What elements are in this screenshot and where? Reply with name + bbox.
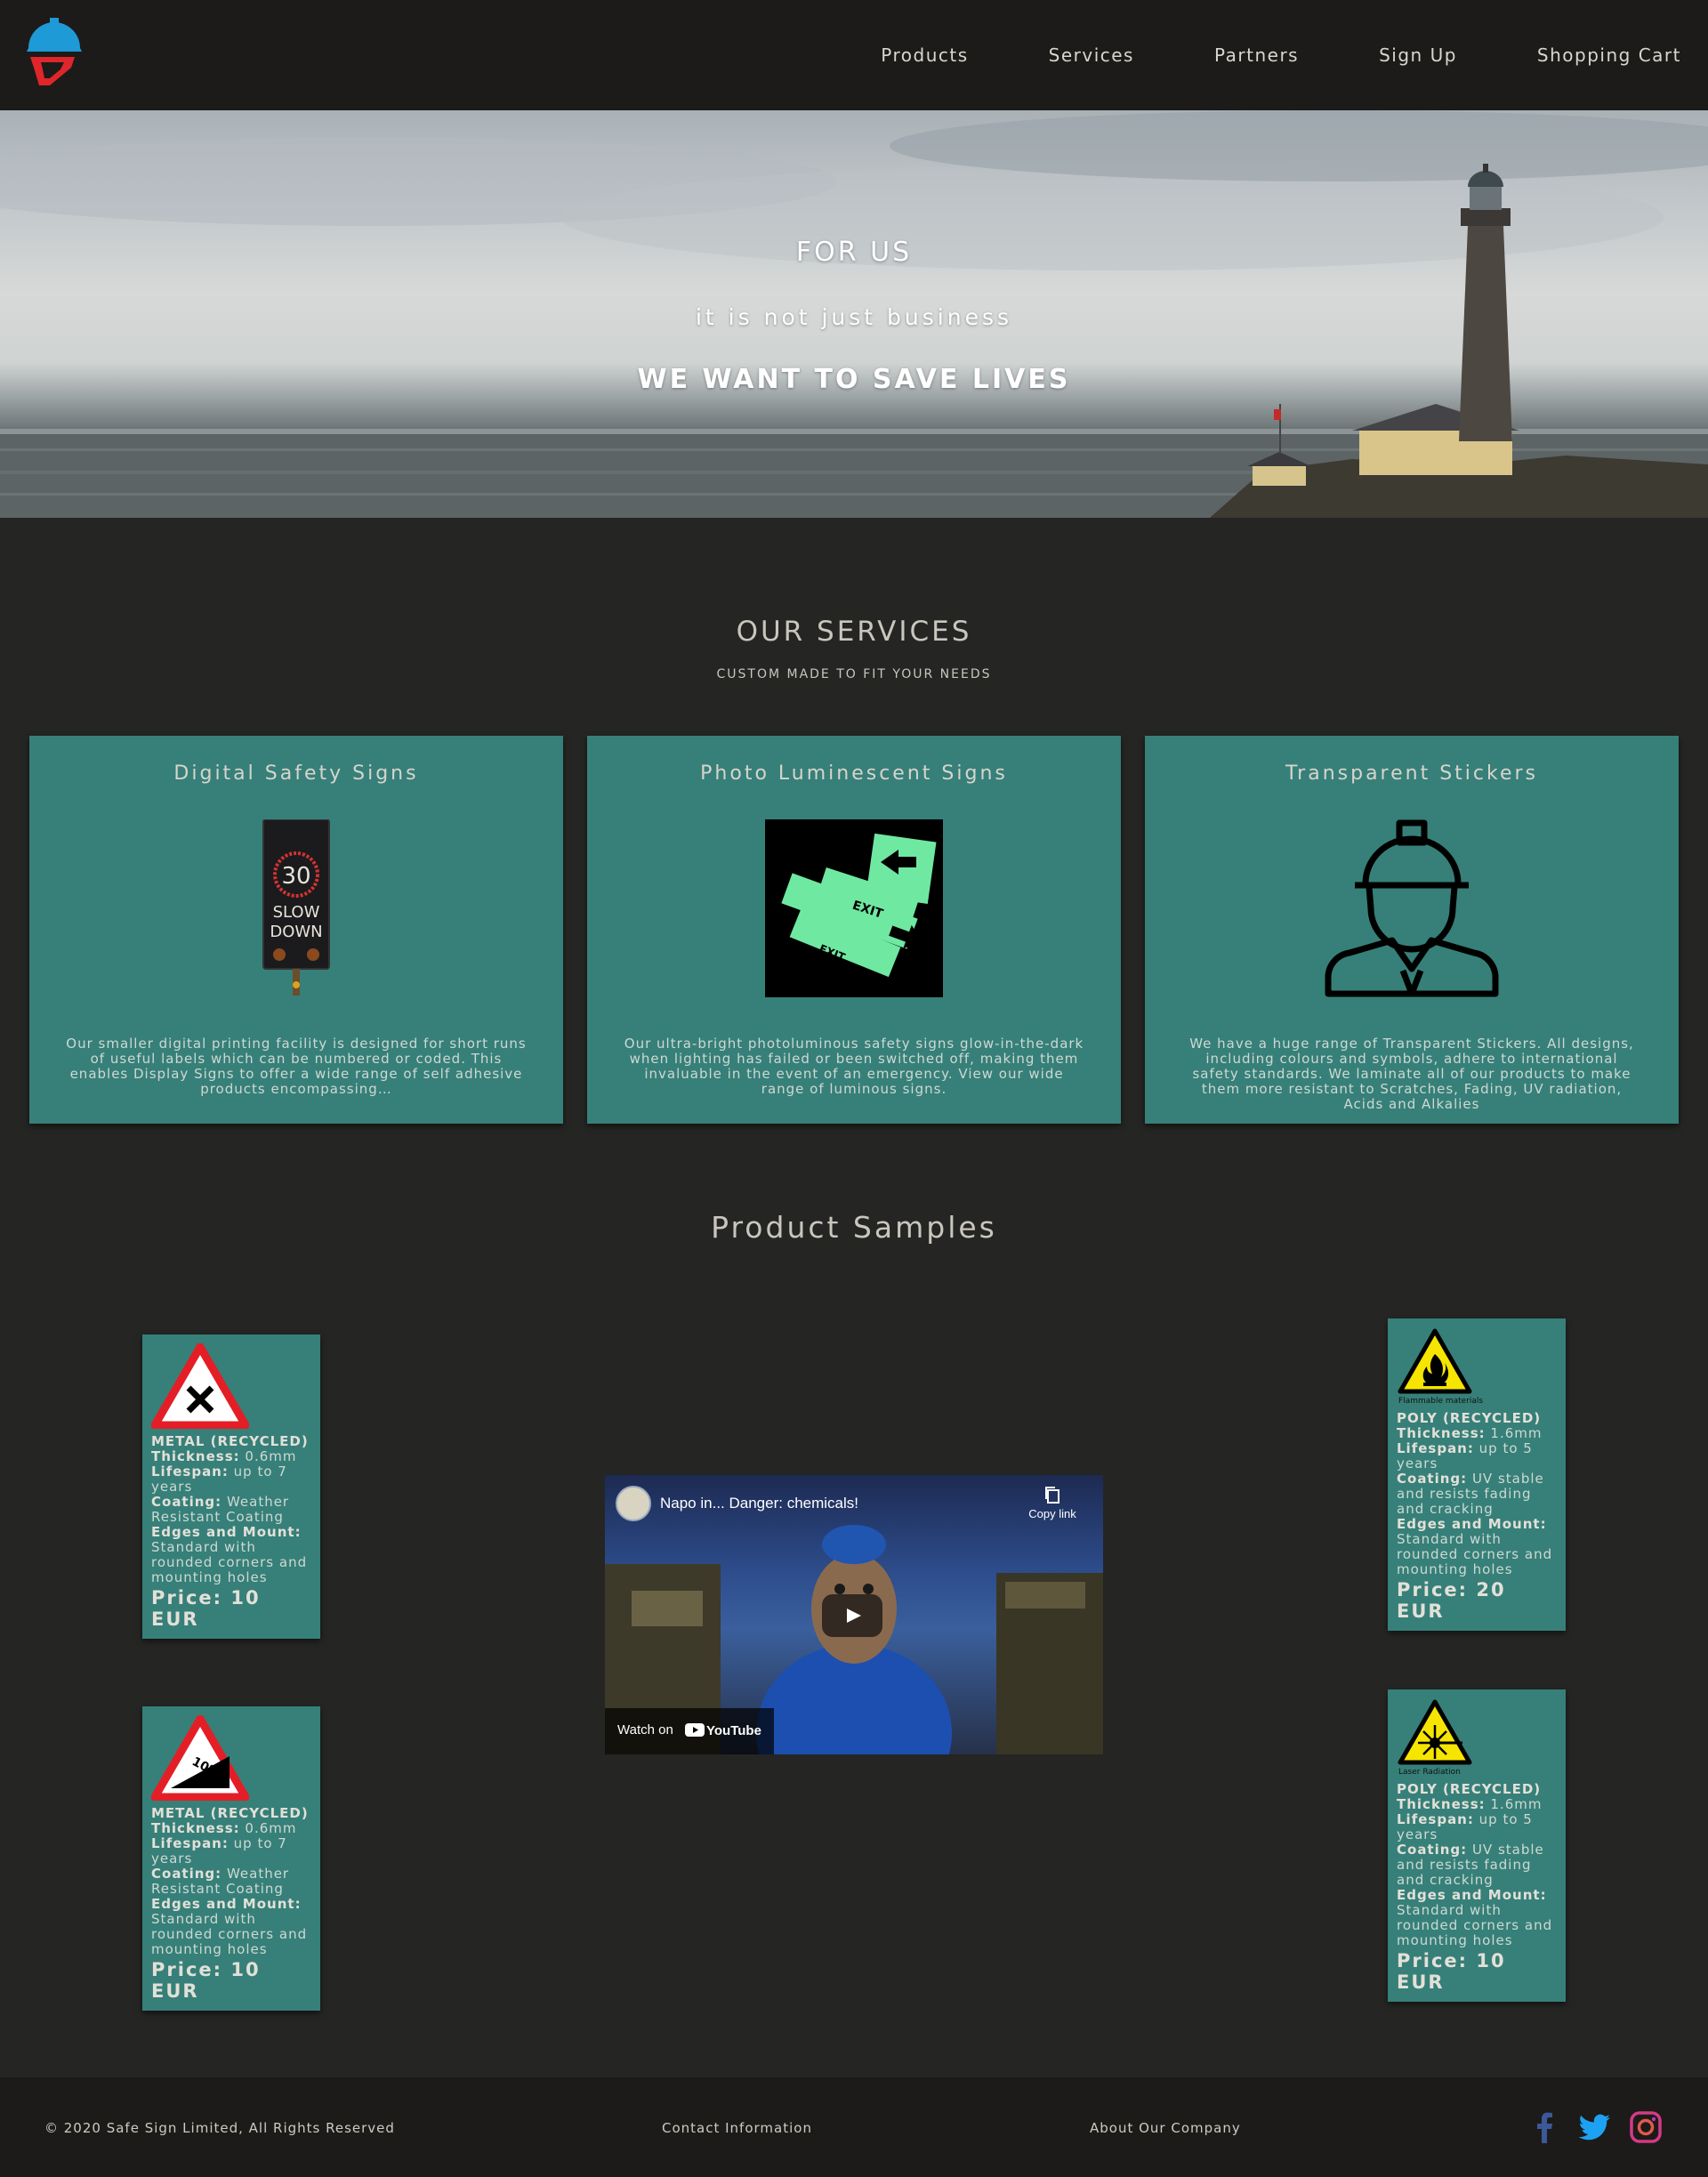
- edges-value: Standard with rounded corners and mounti…: [1397, 1531, 1553, 1577]
- service-card-title: Digital Safety Signs: [173, 762, 419, 785]
- sign-caption: Flammable materials: [1398, 1397, 1484, 1406]
- product-card-laser-sign[interactable]: Laser Radiation POLY (RECYCLED) Thicknes…: [1388, 1689, 1566, 2002]
- play-button[interactable]: [822, 1594, 882, 1637]
- service-card-title: Transparent Stickers: [1285, 762, 1539, 785]
- thickness-value: 1.6mm: [1485, 1425, 1543, 1441]
- youtube-label: YouTube: [706, 1723, 761, 1738]
- nav-shopping-cart-link[interactable]: Shopping Cart: [1537, 44, 1681, 66]
- contact-information-link[interactable]: Contact Information: [662, 2120, 812, 2136]
- coating-label: Coating:: [151, 1494, 222, 1510]
- safe-sign-helmet-logo[interactable]: [23, 16, 85, 89]
- steep-hill-warning-sign-icon: 10%: [151, 1715, 249, 1801]
- youtube-video-embed[interactable]: Napo in... Danger: chemicals! Copy link …: [605, 1475, 1103, 1754]
- edges-label: Edges and Mount:: [151, 1524, 302, 1540]
- lifespan-label: Lifespan:: [1397, 1440, 1474, 1456]
- youtube-play-icon: [685, 1723, 705, 1737]
- nav-signup-link[interactable]: Sign Up: [1379, 44, 1457, 66]
- thickness-label: Thickness:: [151, 1820, 240, 1836]
- service-card-digital-safety-signs[interactable]: Digital Safety Signs 30 SLOW DOWN Our sm…: [29, 736, 563, 1124]
- thickness-label: Thickness:: [151, 1448, 240, 1464]
- digital-speed-sign-image: 30 SLOW DOWN: [262, 819, 330, 996]
- youtube-logo: YouTube: [685, 1723, 761, 1738]
- product-price: Price: 10 EUR: [151, 1587, 261, 1630]
- product-price: Price: 10 EUR: [151, 1959, 261, 2002]
- service-card-description: We have a huge range of Transparent Stic…: [1189, 1036, 1634, 1112]
- thickness-value: 0.6mm: [239, 1820, 297, 1836]
- nav-services-link[interactable]: Services: [1049, 44, 1134, 66]
- play-icon: [847, 1609, 861, 1623]
- copyright-text: © 2020 Safe Sign Limited, All Rights Res…: [44, 2120, 395, 2136]
- hero-line-2: it is not just business: [695, 304, 1013, 330]
- product-material: POLY (RECYCLED): [1397, 1410, 1542, 1426]
- product-material: POLY (RECYCLED): [1397, 1781, 1542, 1797]
- service-card-photo-luminescent-signs[interactable]: Photo Luminescent Signs EXIT EXIT Our ul…: [587, 736, 1121, 1124]
- thickness-label: Thickness:: [1397, 1796, 1486, 1812]
- coating-label: Coating:: [1397, 1471, 1468, 1487]
- copy-icon: [1045, 1487, 1059, 1504]
- lifespan-label: Lifespan:: [151, 1835, 229, 1851]
- product-card-crossroad-sign[interactable]: METAL (RECYCLED) Thickness: 0.6mm Lifesp…: [142, 1334, 320, 1639]
- crossroad-warning-sign-icon: [151, 1343, 249, 1429]
- thickness-value: 1.6mm: [1485, 1796, 1543, 1812]
- service-card-title: Photo Luminescent Signs: [700, 762, 1008, 785]
- product-card-steep-hill-sign[interactable]: 10% METAL (RECYCLED) Thickness: 0.6mm Li…: [142, 1706, 320, 2011]
- thickness-value: 0.6mm: [239, 1448, 297, 1464]
- services-subtitle: CUSTOM MADE TO FIT YOUR NEEDS: [716, 667, 992, 681]
- hero-banner: FOR US it is not just business WE WANT T…: [0, 110, 1708, 518]
- nav-partners-link[interactable]: Partners: [1214, 44, 1299, 66]
- flammable-warning-sign-icon: [1398, 1328, 1472, 1394]
- hero-line-1: FOR US: [795, 237, 913, 268]
- service-card-description: Our smaller digital printing facility is…: [66, 1036, 527, 1097]
- service-card-description: Our ultra-bright photoluminous safety si…: [624, 1036, 1084, 1097]
- product-material: METAL (RECYCLED): [151, 1805, 309, 1821]
- top-navbar: Products Services Partners Sign Up Shopp…: [0, 0, 1708, 110]
- service-card-transparent-stickers[interactable]: Transparent Stickers We have a huge rang…: [1145, 736, 1679, 1124]
- nav-products-link[interactable]: Products: [881, 44, 968, 66]
- lifespan-label: Lifespan:: [151, 1463, 229, 1480]
- edges-label: Edges and Mount:: [151, 1896, 302, 1912]
- copy-link-button[interactable]: Copy link: [1021, 1486, 1084, 1520]
- product-samples-title: Product Samples: [711, 1210, 997, 1245]
- product-material: METAL (RECYCLED): [151, 1433, 309, 1449]
- copy-link-label: Copy link: [1028, 1507, 1076, 1520]
- laser-radiation-sign-icon: [1398, 1699, 1472, 1765]
- edges-label: Edges and Mount:: [1397, 1887, 1547, 1903]
- channel-avatar[interactable]: [616, 1486, 651, 1521]
- edges-value: Standard with rounded corners and mounti…: [151, 1911, 308, 1957]
- edges-label: Edges and Mount:: [1397, 1516, 1547, 1532]
- hero-line-3: WE WANT TO SAVE LIVES: [637, 364, 1071, 395]
- thickness-label: Thickness:: [1397, 1425, 1486, 1441]
- product-card-flammable-sign[interactable]: Flammable materials POLY (RECYCLED) Thic…: [1388, 1318, 1566, 1631]
- facebook-icon[interactable]: [1527, 2109, 1562, 2145]
- instagram-icon[interactable]: [1628, 2109, 1664, 2145]
- slow-text: SLOW: [273, 903, 320, 922]
- watch-on-label: Watch on: [617, 1722, 673, 1738]
- product-price: Price: 20 EUR: [1397, 1579, 1506, 1622]
- coating-label: Coating:: [151, 1866, 222, 1882]
- about-company-link[interactable]: About Our Company: [1090, 2120, 1241, 2136]
- video-title[interactable]: Napo in... Danger: chemicals!: [660, 1495, 858, 1512]
- glow-exit-signs-image: EXIT EXIT: [765, 819, 943, 997]
- lifespan-label: Lifespan:: [1397, 1811, 1474, 1827]
- worker-helmet-icon: [1325, 819, 1499, 997]
- product-price: Price: 10 EUR: [1397, 1950, 1506, 1993]
- sign-caption: Laser Radiation: [1398, 1768, 1461, 1777]
- speed-value: 30: [281, 863, 310, 890]
- twitter-icon[interactable]: [1576, 2109, 1612, 2145]
- edges-value: Standard with rounded corners and mounti…: [1397, 1902, 1553, 1948]
- footer: © 2020 Safe Sign Limited, All Rights Res…: [0, 2077, 1708, 2177]
- watch-on-youtube-button[interactable]: Watch on YouTube: [605, 1708, 774, 1754]
- edges-value: Standard with rounded corners and mounti…: [151, 1539, 308, 1585]
- down-text: DOWN: [270, 923, 322, 941]
- coating-label: Coating:: [1397, 1842, 1468, 1858]
- services-title: OUR SERVICES: [736, 616, 972, 648]
